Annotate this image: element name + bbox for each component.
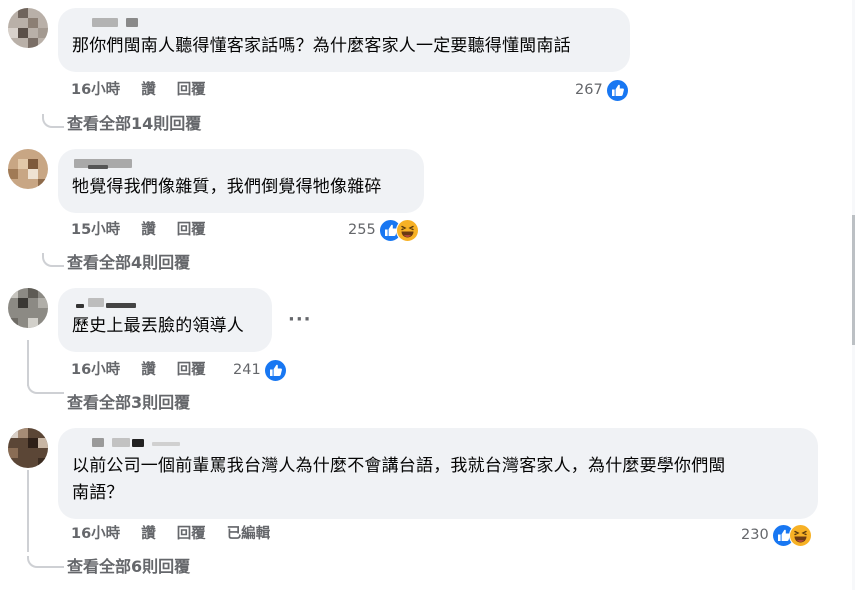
author-name[interactable] bbox=[72, 436, 804, 450]
comment-actions: 16小時 讚 回覆 bbox=[71, 80, 206, 100]
more-options-button[interactable]: ··· bbox=[288, 309, 312, 330]
comment-bubble: 牠覺得我們像雜質，我們倒覺得牠像雜碎 bbox=[58, 149, 424, 213]
avatar[interactable] bbox=[8, 8, 48, 48]
view-replies-link[interactable]: 查看全部6則回覆 bbox=[67, 556, 190, 578]
timestamp[interactable]: 16小時 bbox=[71, 80, 120, 100]
reaction-count: 255 bbox=[348, 222, 376, 238]
reaction-summary[interactable]: 241 bbox=[233, 358, 287, 382]
thread-connector bbox=[42, 114, 64, 128]
reply-button[interactable]: 回覆 bbox=[177, 80, 206, 100]
reply-button[interactable]: 回覆 bbox=[177, 524, 206, 544]
edited-label: 已編輯 bbox=[226, 526, 271, 542]
author-name[interactable] bbox=[72, 296, 258, 310]
reaction-count: 230 bbox=[741, 527, 769, 543]
haha-icon bbox=[788, 523, 812, 547]
comment-actions: 16小時 讚 回覆 已編輯 bbox=[71, 524, 270, 544]
thread-connector bbox=[27, 340, 29, 386]
reaction-count: 241 bbox=[233, 362, 261, 378]
like-button[interactable]: 讚 bbox=[141, 360, 156, 380]
timestamp[interactable]: 15小時 bbox=[71, 220, 120, 240]
comment-text-line-1: 以前公司一個前輩罵我台灣人為什麼不會講台語，我就台灣客家人，為什麼要學你們閩 bbox=[72, 456, 726, 476]
comment-bubble: 以前公司一個前輩罵我台灣人為什麼不會講台語，我就台灣客家人，為什麼要學你們閩 南… bbox=[58, 428, 818, 519]
comment-text: 牠覺得我們像雜質，我們倒覺得牠像雜碎 bbox=[72, 177, 382, 197]
reply-button[interactable]: 回覆 bbox=[177, 220, 206, 240]
reaction-summary[interactable]: 267 bbox=[575, 78, 629, 102]
like-button[interactable]: 讚 bbox=[141, 220, 156, 240]
comment-text: 歷史上最丟臉的領導人 bbox=[72, 316, 244, 336]
like-icon bbox=[263, 358, 287, 382]
author-name[interactable] bbox=[72, 157, 410, 171]
view-replies-link[interactable]: 查看全部3則回覆 bbox=[67, 392, 190, 414]
like-icon bbox=[605, 78, 629, 102]
thread-connector bbox=[27, 556, 64, 568]
thread-connector bbox=[42, 253, 64, 267]
view-replies-link[interactable]: 查看全部14則回覆 bbox=[67, 113, 201, 135]
reaction-summary[interactable]: 255 bbox=[348, 218, 419, 242]
avatar[interactable] bbox=[8, 428, 48, 468]
view-replies-link[interactable]: 查看全部4則回覆 bbox=[67, 252, 190, 274]
comment-text: 那你們閩南人聽得懂客家話嗎？為什麼客家人一定要聽得懂閩南話 bbox=[72, 36, 571, 56]
reply-button[interactable]: 回覆 bbox=[177, 360, 206, 380]
comment-bubble: 歷史上最丟臉的領導人 bbox=[58, 288, 272, 352]
comment-actions: 15小時 讚 回覆 bbox=[71, 220, 206, 240]
thread-connector bbox=[27, 470, 29, 552]
author-name[interactable] bbox=[72, 16, 616, 30]
reaction-summary[interactable]: 230 bbox=[741, 523, 812, 547]
reaction-count: 267 bbox=[575, 82, 603, 98]
comment-text-line-2: 南語？ bbox=[72, 483, 124, 503]
avatar[interactable] bbox=[8, 149, 48, 189]
like-button[interactable]: 讚 bbox=[141, 524, 156, 544]
like-button[interactable]: 讚 bbox=[141, 80, 156, 100]
avatar[interactable] bbox=[8, 288, 48, 328]
timestamp[interactable]: 16小時 bbox=[71, 524, 120, 544]
haha-icon bbox=[395, 218, 419, 242]
timestamp[interactable]: 16小時 bbox=[71, 360, 120, 380]
thread-connector bbox=[27, 384, 64, 394]
comment-actions: 16小時 讚 回覆 bbox=[71, 360, 206, 380]
comment-bubble: 那你們閩南人聽得懂客家話嗎？為什麼客家人一定要聽得懂閩南話 bbox=[58, 8, 630, 72]
